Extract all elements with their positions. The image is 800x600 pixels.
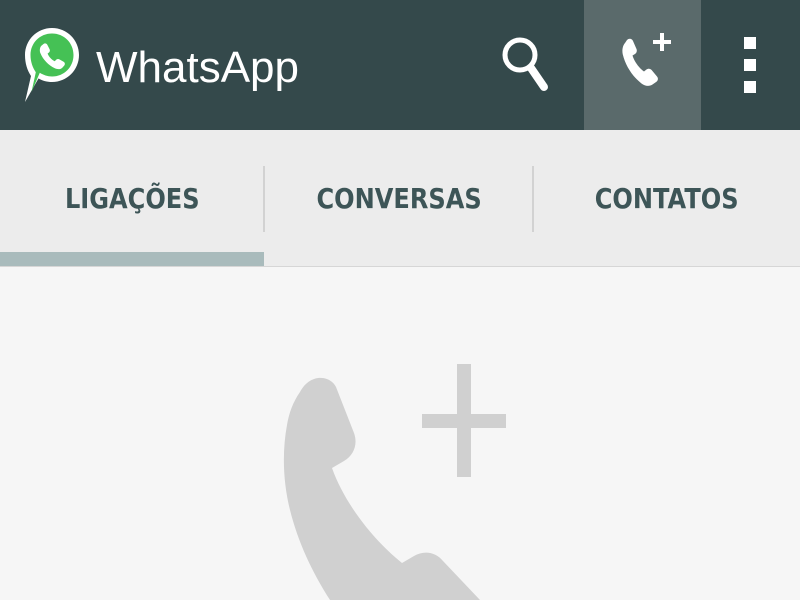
tab-bar: LIGAÇÕES CONVERSAS CONTATOS [0, 130, 800, 267]
search-button[interactable] [480, 0, 570, 130]
action-bar: WhatsApp [0, 0, 800, 130]
empty-calls-add-call-icon [283, 364, 506, 600]
more-options-button[interactable] [710, 0, 790, 130]
tab-calls[interactable]: LIGAÇÕES [0, 130, 264, 266]
add-call-icon [621, 33, 671, 86]
selected-tab-indicator [0, 252, 264, 266]
tab-calls-label: LIGAÇÕES [64, 181, 200, 215]
tab-contacts-label: CONTATOS [595, 181, 739, 215]
calls-content [0, 267, 800, 600]
tab-chats-label: CONVERSAS [316, 181, 482, 215]
overflow-menu-icon [744, 37, 756, 93]
whatsapp-logo-icon [25, 28, 79, 102]
new-call-button[interactable] [584, 0, 701, 130]
app-title: WhatsApp [96, 43, 299, 92]
tab-contacts[interactable]: CONTATOS [534, 130, 800, 266]
search-icon [502, 37, 548, 91]
whatsapp-app: WhatsApp LIGAÇÕES CONVERSAS CONTATOS [0, 0, 800, 600]
tab-chats[interactable]: CONVERSAS [265, 130, 533, 266]
